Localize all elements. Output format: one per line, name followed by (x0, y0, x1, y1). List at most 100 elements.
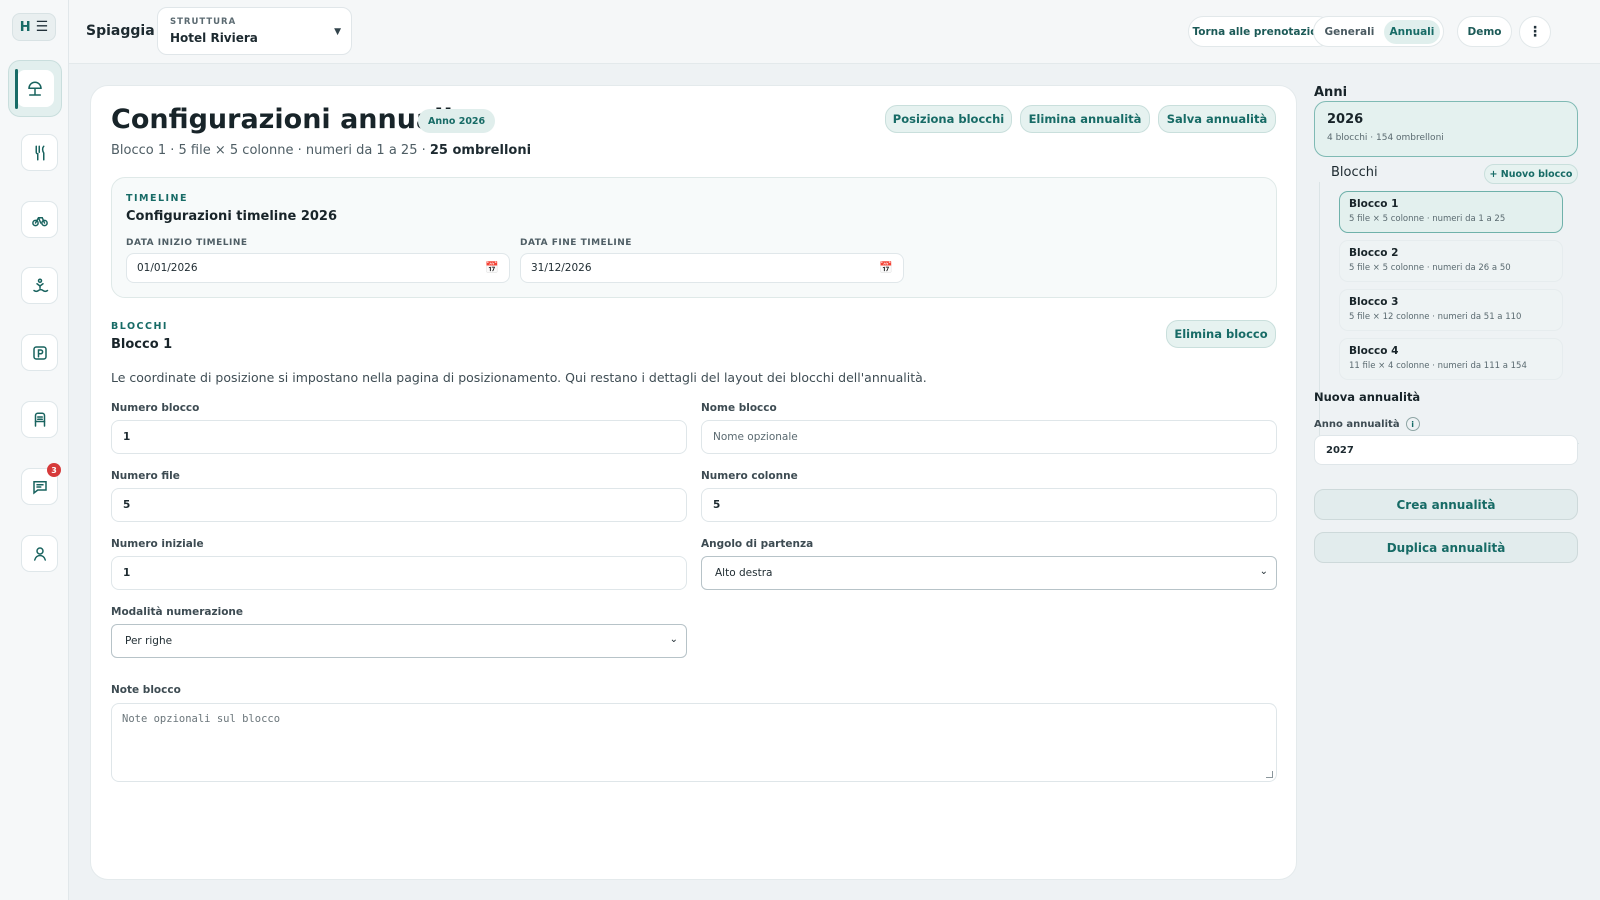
years-panel: Anni 2026 4 blocchi · 154 ombrelloni Blo… (1298, 64, 1600, 900)
block-item-name: Blocco 4 (1349, 345, 1399, 357)
numbering-mode-select[interactable]: Per righe ⌄ (111, 624, 687, 658)
list-item-block-1[interactable]: Blocco 1 5 file × 5 colonne · numeri da … (1339, 191, 1563, 233)
block-notes-placeholder: Note opzionali sul blocco (122, 713, 281, 725)
user-icon (33, 546, 46, 561)
save-year-button[interactable]: Salva annualità (1158, 105, 1276, 133)
page-title: Configurazioni annuali (111, 104, 453, 135)
caret-down-icon: ▼ (334, 27, 341, 37)
list-item-block-2[interactable]: Blocco 2 5 file × 5 colonne · numeri da … (1339, 240, 1563, 282)
blocks-list-title: Blocchi (1331, 165, 1378, 180)
position-blocks-button[interactable]: Posiziona blocchi (885, 105, 1012, 133)
new-year-input[interactable]: 2027 (1314, 435, 1578, 465)
calendar-icon[interactable]: 📅 (485, 261, 499, 274)
duplicate-year-button[interactable]: Duplica annualità (1314, 532, 1578, 563)
blocks-eyebrow: BLOCCHI (111, 321, 168, 332)
page-subtitle: Blocco 1 · 5 file × 5 colonne · numeri d… (111, 143, 531, 158)
sidebar: H ☰ 3 (0, 0, 69, 900)
back-to-bookings-button[interactable]: Torna alle prenotazioni (1188, 16, 1333, 47)
sidebar-item-profile[interactable] (21, 535, 58, 572)
block-item-name: Blocco 2 (1349, 247, 1399, 259)
structure-select[interactable]: STRUTTURA Hotel Riviera ▼ (157, 7, 352, 55)
start-date-label: DATA INIZIO TIMELINE (126, 238, 248, 248)
list-item-block-3[interactable]: Blocco 3 5 file × 12 colonne · numeri da… (1339, 289, 1563, 331)
list-item-block-4[interactable]: Blocco 4 11 file × 4 colonne · numeri da… (1339, 338, 1563, 380)
blocks-list: Blocco 1 5 file × 5 colonne · numeri da … (1319, 182, 1579, 444)
timeline-section: TIMELINE Configurazioni timeline 2026 DA… (111, 177, 1277, 298)
year-value: 2026 (1327, 112, 1364, 127)
block-item-desc: 5 file × 12 colonne · numeri da 51 a 110 (1349, 312, 1522, 322)
mode-switch: Generali Annuali (1313, 16, 1444, 47)
numbering-mode-label: Modalità numerazione (111, 606, 244, 618)
app-name: Spiaggia (86, 23, 155, 39)
main-card: Configurazioni annuali Anno 2026 Blocco … (90, 85, 1297, 880)
create-year-button[interactable]: Crea annualità (1314, 489, 1578, 520)
chat-icon (32, 480, 47, 495)
tab-general[interactable]: Generali (1317, 20, 1382, 44)
chair-icon (34, 412, 45, 427)
rows-label: Numero file (111, 470, 180, 482)
start-number-label: Numero iniziale (111, 538, 204, 550)
year-badge: Anno 2026 (418, 109, 496, 133)
numbering-mode-value: Per righe (125, 635, 173, 647)
block-item-desc: 5 file × 5 colonne · numeri da 1 a 25 (1349, 214, 1506, 224)
sidebar-item-parking[interactable] (21, 334, 58, 371)
new-year-title: Nuova annualità (1314, 390, 1421, 404)
block-notes-textarea[interactable]: Note opzionali sul blocco (111, 703, 1277, 782)
swimmer-icon (32, 278, 48, 292)
year-input-label: Anno annualità i (1314, 417, 1420, 431)
timeline-eyebrow: TIMELINE (126, 193, 188, 204)
cols-label: Numero colonne (701, 470, 798, 482)
start-number-input[interactable]: 1 (111, 556, 687, 590)
info-icon[interactable]: i (1405, 417, 1420, 431)
blocks-note: Le coordinate di posizione si impostano … (111, 370, 927, 385)
structure-value: Hotel Riviera (170, 31, 258, 45)
end-date-label: DATA FINE TIMELINE (520, 238, 632, 248)
block-number-label: Numero blocco (111, 402, 200, 414)
menu-toggle-button[interactable]: H ☰ (12, 13, 56, 41)
structure-label: STRUTTURA (170, 17, 237, 27)
fork-knife-icon (35, 145, 44, 160)
notification-badge: 3 (47, 463, 61, 477)
delete-year-button[interactable]: Elimina annualità (1020, 105, 1150, 133)
start-corner-select[interactable]: Alto destra ⌄ (701, 556, 1277, 590)
blocks-title: Blocco 1 (111, 337, 173, 352)
timeline-title: Configurazioni timeline 2026 (126, 209, 338, 224)
hamburger-icon: ☰ (35, 19, 49, 35)
sidebar-item-lifeguard[interactable] (21, 267, 58, 304)
sidebar-item-seat[interactable] (21, 401, 58, 438)
end-date-value: 31/12/2026 (531, 262, 592, 274)
block-item-desc: 5 file × 5 colonne · numeri da 26 a 50 (1349, 263, 1511, 273)
block-item-name: Blocco 3 (1349, 296, 1399, 308)
more-options-icon[interactable]: ⋮ (1519, 16, 1551, 48)
start-date-input[interactable]: 01/01/2026 📅 (126, 253, 510, 283)
sidebar-item-bike[interactable] (21, 201, 58, 238)
calendar-icon[interactable]: 📅 (879, 261, 893, 274)
new-block-button[interactable]: + Nuovo blocco (1484, 164, 1578, 184)
sidebar-item-messages[interactable]: 3 (21, 463, 61, 505)
resize-handle-icon[interactable] (1266, 771, 1273, 778)
sidebar-item-beach[interactable] (8, 60, 62, 117)
year-card-2026[interactable]: 2026 4 blocchi · 154 ombrelloni (1314, 101, 1578, 157)
parking-icon (32, 345, 47, 360)
years-title: Anni (1314, 85, 1348, 100)
chevron-down-icon: ⌄ (669, 634, 678, 645)
sidebar-item-restaurant[interactable] (21, 134, 58, 171)
block-notes-label: Note blocco (111, 684, 181, 696)
year-input-label-text: Anno annualità (1314, 418, 1400, 430)
start-date-value: 01/01/2026 (137, 262, 198, 274)
block-item-desc: 11 file × 4 colonne · numeri da 111 a 15… (1349, 361, 1527, 371)
end-date-input[interactable]: 31/12/2026 📅 (520, 253, 904, 283)
block-number-input[interactable]: 1 (111, 420, 687, 454)
chevron-down-icon: ⌄ (1259, 566, 1268, 577)
block-name-input[interactable]: Nome opzionale (701, 420, 1277, 454)
year-meta: 4 blocchi · 154 ombrelloni (1327, 133, 1444, 143)
block-item-name: Blocco 1 (1349, 198, 1399, 210)
subtitle-text: Blocco 1 · 5 file × 5 colonne · numeri d… (111, 143, 430, 158)
tab-annual[interactable]: Annuali (1383, 19, 1440, 44)
delete-block-button[interactable]: Elimina blocco (1166, 320, 1276, 348)
cols-input[interactable]: 5 (701, 488, 1277, 522)
demo-button[interactable]: Demo (1457, 16, 1512, 47)
top-bar: Spiaggia STRUTTURA Hotel Riviera ▼ Torna… (69, 0, 1600, 64)
block-name-label: Nome blocco (701, 402, 777, 414)
rows-input[interactable]: 5 (111, 488, 687, 522)
